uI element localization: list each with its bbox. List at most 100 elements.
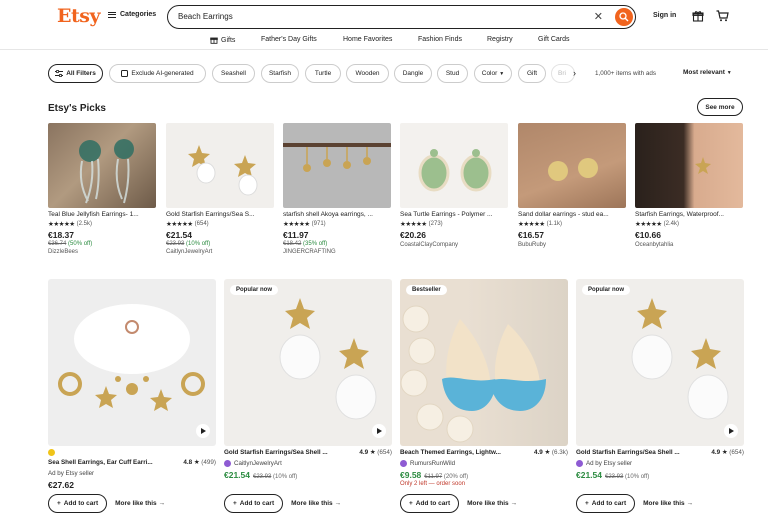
cart-icon[interactable] [716, 10, 729, 22]
rating: 4.9 ★ (654) [359, 449, 392, 456]
pick-card[interactable]: Teal Blue Jellyfish Earrings- 1... ★★★★★… [48, 123, 156, 255]
listing-card[interactable]: Popular now Gold Starfish Earrings/Sea S… [224, 279, 392, 480]
rating-stars: ★★★★★ [400, 221, 427, 228]
product-title[interactable]: Gold Starfish Earrings/Sea S... [166, 211, 274, 218]
add-to-cart-label: Add to cart [591, 500, 627, 507]
popular-now-badge: Popular now [230, 285, 278, 295]
review-count: (2.4k) [663, 221, 679, 227]
product-image[interactable]: Popular now [224, 279, 392, 446]
play-video-button[interactable] [196, 424, 210, 438]
add-to-cart-button[interactable]: + Add to cart [224, 494, 284, 513]
shop-name[interactable]: CaitlynJewelryArt [234, 460, 282, 467]
pick-card[interactable]: Sand dollar earrings - stud ea... ★★★★★(… [518, 123, 626, 248]
play-video-button[interactable] [372, 424, 386, 438]
add-to-cart-button[interactable]: + Add to cart [400, 494, 460, 513]
product-title[interactable]: Teal Blue Jellyfish Earrings- 1... [48, 211, 156, 218]
pick-card[interactable]: Gold Starfish Earrings/Sea S... ★★★★★ (65… [166, 123, 274, 255]
product-title[interactable]: Gold Starfish Earrings/Sea Shell ... [576, 449, 694, 456]
product-title[interactable]: Sand dollar earrings - stud ea... [518, 211, 626, 218]
chip-wooden[interactable]: Wooden [346, 64, 389, 83]
search-bar[interactable]: Beach Earrings ✕ [167, 5, 636, 29]
shop-name[interactable]: DizzleBees [48, 249, 156, 255]
category-nav: Gifts Father's Day Gifts Home Favorites … [0, 36, 768, 48]
product-title[interactable]: Beach Themed Earrings, Lightw... [400, 449, 518, 456]
gift-icon[interactable] [692, 10, 704, 22]
card-actions: + Add to cart More like this → [400, 494, 517, 513]
add-to-cart-button[interactable]: + Add to cart [576, 494, 636, 513]
search-button[interactable] [615, 8, 633, 26]
original-price: €11.97 [424, 474, 443, 480]
product-title[interactable]: Starfish Earrings, Waterproof... [635, 211, 743, 218]
product-image[interactable] [48, 123, 156, 208]
chip-stud[interactable]: Stud [437, 64, 468, 83]
shop-name[interactable]: Oceanbytahlia [635, 242, 743, 248]
nav-gift-icon [210, 37, 218, 44]
all-filters-button[interactable]: All Filters [48, 64, 103, 83]
nav-item-registry[interactable]: Registry [487, 36, 513, 43]
product-title[interactable]: Sea Turtle Earrings - Polymer ... [400, 211, 508, 218]
nav-item-gifts[interactable]: Gifts [210, 36, 235, 44]
chip-starfish[interactable]: Starfish [261, 64, 299, 83]
product-title[interactable]: Sea Shell Earrings, Ear Cuff Earri... [48, 459, 166, 466]
more-like-this-link[interactable]: More like this → [643, 500, 693, 507]
chip-seashell[interactable]: Seashell [212, 64, 255, 83]
product-price: €18.37 [48, 230, 74, 240]
search-input[interactable]: Beach Earrings [178, 12, 233, 21]
nav-item-gift-cards[interactable]: Gift Cards [538, 36, 570, 43]
more-like-this-link[interactable]: More like this → [291, 500, 341, 507]
product-image[interactable] [48, 279, 216, 446]
listing-card[interactable]: Popular now Gold Starfish Earrings/Sea S… [576, 279, 744, 480]
add-to-cart-button[interactable]: + Add to cart [48, 494, 108, 513]
plus-icon: + [233, 500, 237, 507]
chip-exclude-ai[interactable]: Exclude AI-generated [109, 64, 206, 83]
play-video-button[interactable] [724, 424, 738, 438]
sign-in-link[interactable]: Sign in [653, 12, 676, 19]
chevron-right-icon[interactable]: › [573, 68, 576, 78]
starfish-earrings-image [188, 145, 258, 196]
nav-item-fathers-day[interactable]: Father's Day Gifts [261, 36, 317, 43]
shop-name[interactable]: CaitlynJewelryArt [166, 249, 274, 255]
listing-card[interactable]: Bestseller Beach Themed Earrings, Lightw… [400, 279, 568, 487]
chip-turtle[interactable]: Turtle [305, 64, 341, 83]
more-like-this-link[interactable]: More like this → [467, 500, 517, 507]
nav-item-fashion-finds[interactable]: Fashion Finds [418, 36, 462, 43]
etsy-logo[interactable]: Etsy [57, 5, 101, 27]
see-more-button[interactable]: See more [697, 98, 743, 116]
more-like-label: More like this [291, 500, 333, 507]
chip-truncated[interactable]: Bri [551, 64, 575, 83]
product-image[interactable] [400, 123, 508, 208]
sort-dropdown[interactable]: Most relevant ▼ [683, 69, 732, 76]
product-image[interactable] [635, 123, 743, 208]
product-title[interactable]: Gold Starfish Earrings/Sea Shell ... [224, 449, 342, 456]
shop-name[interactable]: RumursRunWild [410, 460, 455, 467]
product-image[interactable]: Bestseller [400, 279, 568, 446]
product-image[interactable] [166, 123, 274, 208]
shop-name[interactable]: BubuRuby [518, 242, 626, 248]
pick-card[interactable]: Starfish Earrings, Waterproof... ★★★★★ (2… [635, 123, 743, 248]
rating: 4.9 ★ (6.3k) [534, 449, 568, 456]
nav-item-home-favorites[interactable]: Home Favorites [343, 36, 392, 43]
discount-label: (50% off) [68, 241, 93, 247]
chip-gift[interactable]: Gift [518, 64, 546, 83]
rating-stars: ★★★★★ [283, 221, 310, 228]
more-like-this-link[interactable]: More like this → [115, 500, 165, 507]
nav-label: Gifts [221, 36, 236, 44]
product-image[interactable] [518, 123, 626, 208]
rating-value: 4.8 [183, 459, 193, 466]
chip-dangle[interactable]: Dangle [394, 64, 432, 83]
add-to-cart-label: Add to cart [63, 500, 99, 507]
star-seller-icon [48, 449, 55, 456]
categories-button[interactable]: Categories [108, 11, 156, 18]
chip-color[interactable]: Color ▼ [474, 64, 512, 83]
product-image[interactable] [283, 123, 391, 208]
pick-card[interactable]: Sea Turtle Earrings - Polymer ... ★★★★★(… [400, 123, 508, 248]
shop-name[interactable]: JINGERCRAFTING [283, 249, 391, 255]
listing-card[interactable]: Sea Shell Earrings, Ear Cuff Earri... 4.… [48, 279, 216, 490]
pick-card[interactable]: starfish shell Akoya earrings, ... ★★★★★… [283, 123, 391, 255]
product-image[interactable]: Popular now [576, 279, 744, 446]
product-title[interactable]: starfish shell Akoya earrings, ... [283, 211, 391, 218]
clear-search-icon[interactable]: ✕ [594, 10, 603, 23]
shop-name[interactable]: CoastalClayCompany [400, 242, 508, 248]
rating: 4.9 ★ (654) [711, 449, 744, 456]
review-count: (273) [428, 221, 443, 227]
